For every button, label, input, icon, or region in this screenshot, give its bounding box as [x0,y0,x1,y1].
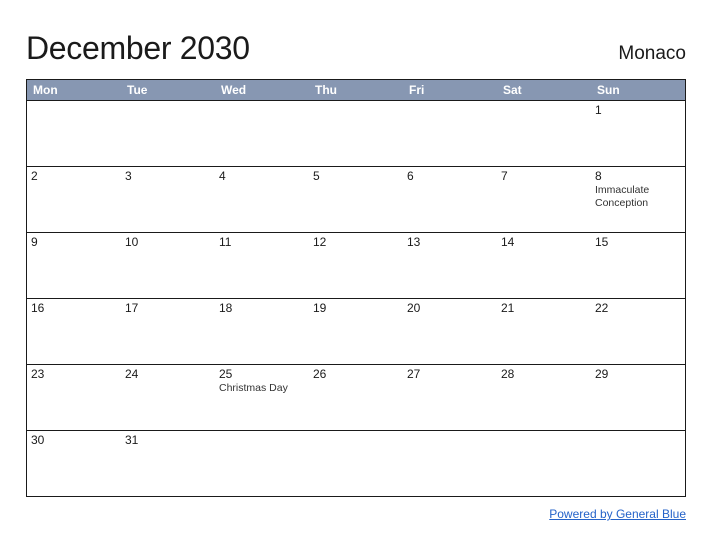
day-cell: 23 [27,365,121,430]
day-label-thu: Thu [309,80,403,100]
country-label: Monaco [618,43,686,65]
day-cell: 5 [309,167,403,232]
day-cell: 8Immaculate Conception [591,167,685,232]
day-cell: 30 [27,431,121,496]
day-label-tue: Tue [121,80,215,100]
day-number: 24 [125,367,211,381]
day-cell [215,431,309,496]
day-cell: 31 [121,431,215,496]
day-number: 5 [313,169,399,183]
day-cell: 16 [27,299,121,364]
day-cell: 26 [309,365,403,430]
day-cell [309,431,403,496]
day-number: 27 [407,367,493,381]
day-cell: 29 [591,365,685,430]
day-number: 22 [595,301,681,315]
day-number: 17 [125,301,211,315]
day-cell [215,101,309,166]
day-cell [27,101,121,166]
day-cell: 21 [497,299,591,364]
day-cell: 7 [497,167,591,232]
day-cell [121,101,215,166]
day-cell: 22 [591,299,685,364]
day-number: 13 [407,235,493,249]
day-cell [309,101,403,166]
day-cell: 4 [215,167,309,232]
day-number: 11 [219,235,305,249]
day-number: 25 [219,367,305,381]
week-row: 23 24 25Christmas Day 26 27 28 29 [27,364,685,430]
day-number: 9 [31,235,117,249]
day-cell: 2 [27,167,121,232]
calendar-grid: Mon Tue Wed Thu Fri Sat Sun 1 2 3 4 5 6 … [26,79,686,497]
day-number: 14 [501,235,587,249]
event-label: Immaculate Conception [595,184,681,210]
event-label: Christmas Day [219,382,305,395]
day-number: 20 [407,301,493,315]
day-number: 4 [219,169,305,183]
day-header-row: Mon Tue Wed Thu Fri Sat Sun [27,79,685,100]
day-number: 16 [31,301,117,315]
day-number: 23 [31,367,117,381]
day-cell: 18 [215,299,309,364]
day-number: 1 [595,103,681,117]
day-cell: 28 [497,365,591,430]
day-number: 7 [501,169,587,183]
day-number: 28 [501,367,587,381]
day-number: 3 [125,169,211,183]
calendar-header: December 2030 Monaco [26,30,686,67]
day-cell: 11 [215,233,309,298]
day-label-fri: Fri [403,80,497,100]
week-row: 9 10 11 12 13 14 15 [27,232,685,298]
day-cell: 20 [403,299,497,364]
day-number: 10 [125,235,211,249]
day-cell: 14 [497,233,591,298]
footer: Powered by General Blue [26,505,686,523]
week-row: 2 3 4 5 6 7 8Immaculate Conception [27,166,685,232]
day-cell [403,101,497,166]
day-cell: 3 [121,167,215,232]
day-cell: 13 [403,233,497,298]
day-cell: 24 [121,365,215,430]
day-label-mon: Mon [27,80,121,100]
day-cell [403,431,497,496]
day-number: 21 [501,301,587,315]
day-number: 2 [31,169,117,183]
week-row: 1 [27,100,685,166]
page-title: December 2030 [26,30,250,67]
day-number: 15 [595,235,681,249]
day-number: 12 [313,235,399,249]
week-row: 16 17 18 19 20 21 22 [27,298,685,364]
day-label-wed: Wed [215,80,309,100]
day-number: 30 [31,433,117,447]
day-cell: 6 [403,167,497,232]
week-row: 30 31 [27,430,685,496]
day-cell: 17 [121,299,215,364]
day-cell: 25Christmas Day [215,365,309,430]
day-cell: 9 [27,233,121,298]
day-cell [497,101,591,166]
day-cell: 10 [121,233,215,298]
day-cell: 15 [591,233,685,298]
day-cell: 19 [309,299,403,364]
day-number: 29 [595,367,681,381]
day-number: 6 [407,169,493,183]
day-label-sun: Sun [591,80,685,100]
day-number: 31 [125,433,211,447]
day-cell: 1 [591,101,685,166]
day-cell: 12 [309,233,403,298]
day-number: 18 [219,301,305,315]
day-cell [591,431,685,496]
day-number: 8 [595,169,681,183]
powered-by-link[interactable]: Powered by General Blue [549,507,686,521]
day-number: 26 [313,367,399,381]
day-label-sat: Sat [497,80,591,100]
day-cell: 27 [403,365,497,430]
day-number: 19 [313,301,399,315]
day-cell [497,431,591,496]
